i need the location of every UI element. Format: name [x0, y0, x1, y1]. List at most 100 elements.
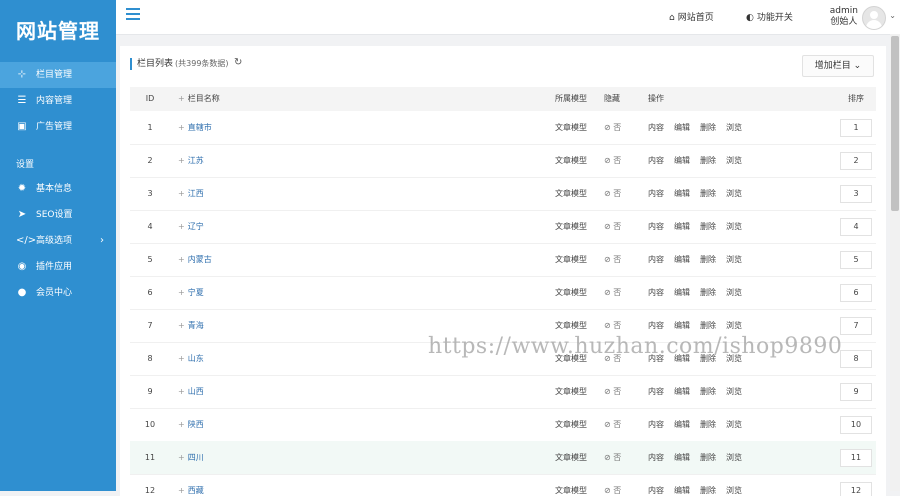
delete-button[interactable]: 删除 — [700, 387, 716, 396]
sort-input[interactable]: 4 — [840, 218, 872, 236]
content-button[interactable]: 内容 — [648, 288, 664, 297]
content-button[interactable]: 内容 — [648, 387, 664, 396]
content-button[interactable]: 内容 — [648, 189, 664, 198]
delete-button[interactable]: 删除 — [700, 453, 716, 462]
sort-input[interactable]: 10 — [840, 416, 872, 434]
view-button[interactable]: 浏览 — [726, 288, 742, 297]
delete-button[interactable]: 删除 — [700, 156, 716, 165]
row-hidden-status[interactable]: ⊘ 否 — [604, 111, 621, 144]
edit-button[interactable]: 编辑 — [674, 189, 690, 198]
category-link[interactable]: 辽宁 — [188, 222, 204, 231]
row-hidden-status[interactable]: ⊘ 否 — [604, 177, 621, 210]
delete-button[interactable]: 删除 — [700, 288, 716, 297]
expand-icon[interactable]: + — [178, 156, 185, 165]
category-link[interactable]: 青海 — [188, 321, 204, 330]
expand-icon[interactable]: + — [178, 189, 185, 198]
delete-button[interactable]: 删除 — [700, 189, 716, 198]
delete-button[interactable]: 删除 — [700, 420, 716, 429]
view-button[interactable]: 浏览 — [726, 222, 742, 231]
sidebar-item-sitemap[interactable]: ⊹ 栏目管理 — [0, 62, 116, 88]
edit-button[interactable]: 编辑 — [674, 288, 690, 297]
sort-input[interactable]: 12 — [840, 482, 872, 496]
row-hidden-status[interactable]: ⊘ 否 — [604, 441, 621, 474]
expand-icon[interactable]: + — [178, 123, 185, 132]
expand-icon[interactable]: + — [178, 255, 185, 264]
row-hidden-status[interactable]: ⊘ 否 — [604, 474, 621, 496]
category-link[interactable]: 四川 — [188, 453, 204, 462]
feature-toggle-link[interactable]: ◐ 功能开关 — [746, 10, 793, 23]
expand-icon[interactable]: + — [178, 420, 185, 429]
category-link[interactable]: 江西 — [188, 189, 204, 198]
edit-button[interactable]: 编辑 — [674, 222, 690, 231]
sidebar-item-paper-plane[interactable]: ➤ SEO设置 — [0, 202, 116, 228]
menu-toggle-icon[interactable] — [126, 8, 140, 20]
delete-button[interactable]: 删除 — [700, 123, 716, 132]
content-button[interactable]: 内容 — [648, 453, 664, 462]
sort-input[interactable]: 1 — [840, 119, 872, 137]
expand-icon[interactable]: + — [178, 354, 185, 363]
edit-button[interactable]: 编辑 — [674, 255, 690, 264]
content-button[interactable]: 内容 — [648, 123, 664, 132]
scrollbar-thumb[interactable] — [891, 36, 899, 211]
category-link[interactable]: 宁夏 — [188, 288, 204, 297]
expand-all-icon[interactable]: + — [178, 94, 185, 103]
user-menu[interactable]: admin 创始人 — [830, 6, 858, 28]
row-hidden-status[interactable]: ⊘ 否 — [604, 210, 621, 243]
category-link[interactable]: 陕西 — [188, 420, 204, 429]
sort-input[interactable]: 5 — [840, 251, 872, 269]
expand-icon[interactable]: + — [178, 453, 185, 462]
content-button[interactable]: 内容 — [648, 156, 664, 165]
sidebar-item-image[interactable]: ▣ 广告管理 — [0, 114, 116, 140]
sidebar-item-gear[interactable]: ✹ 基本信息 — [0, 176, 116, 202]
sidebar-item-user[interactable]: ● 会员中心 — [0, 280, 116, 306]
chevron-down-icon[interactable]: ⌄ — [889, 11, 896, 20]
edit-button[interactable]: 编辑 — [674, 123, 690, 132]
edit-button[interactable]: 编辑 — [674, 420, 690, 429]
home-link[interactable]: ⌂ 网站首页 — [669, 10, 714, 23]
expand-icon[interactable]: + — [178, 387, 185, 396]
row-hidden-status[interactable]: ⊘ 否 — [604, 144, 621, 177]
sidebar-item-list[interactable]: ☰ 内容管理 — [0, 88, 116, 114]
delete-button[interactable]: 删除 — [700, 222, 716, 231]
expand-icon[interactable]: + — [178, 321, 185, 330]
expand-icon[interactable]: + — [178, 288, 185, 297]
category-link[interactable]: 直辖市 — [188, 123, 212, 132]
sort-input[interactable]: 2 — [840, 152, 872, 170]
category-link[interactable]: 山东 — [188, 354, 204, 363]
view-button[interactable]: 浏览 — [726, 123, 742, 132]
refresh-icon[interactable]: ↻ — [234, 57, 242, 68]
category-link[interactable]: 山西 — [188, 387, 204, 396]
sidebar-item-plugin[interactable]: ◉ 插件应用 — [0, 254, 116, 280]
view-button[interactable]: 浏览 — [726, 189, 742, 198]
edit-button[interactable]: 编辑 — [674, 156, 690, 165]
content-button[interactable]: 内容 — [648, 321, 664, 330]
sort-input[interactable]: 11 — [840, 449, 872, 467]
content-button[interactable]: 内容 — [648, 255, 664, 264]
sort-input[interactable]: 6 — [840, 284, 872, 302]
add-category-button[interactable]: 增加栏目 ⌄ — [802, 55, 874, 77]
view-button[interactable]: 浏览 — [726, 453, 742, 462]
view-button[interactable]: 浏览 — [726, 420, 742, 429]
view-button[interactable]: 浏览 — [726, 156, 742, 165]
sort-input[interactable]: 9 — [840, 383, 872, 401]
delete-button[interactable]: 删除 — [700, 255, 716, 264]
expand-icon[interactable]: + — [178, 222, 185, 231]
sort-input[interactable]: 7 — [840, 317, 872, 335]
view-button[interactable]: 浏览 — [726, 321, 742, 330]
avatar[interactable] — [862, 6, 886, 30]
page-scrollbar[interactable] — [890, 34, 900, 491]
delete-button[interactable]: 删除 — [700, 321, 716, 330]
row-hidden-status[interactable]: ⊘ 否 — [604, 276, 621, 309]
edit-button[interactable]: 编辑 — [674, 387, 690, 396]
category-link[interactable]: 内蒙古 — [188, 255, 212, 264]
sidebar-item-code[interactable]: </> 高级选项 › — [0, 228, 116, 254]
content-button[interactable]: 内容 — [648, 222, 664, 231]
row-hidden-status[interactable]: ⊘ 否 — [604, 243, 621, 276]
sort-input[interactable]: 8 — [840, 350, 872, 368]
content-button[interactable]: 内容 — [648, 420, 664, 429]
category-link[interactable]: 江苏 — [188, 156, 204, 165]
edit-button[interactable]: 编辑 — [674, 321, 690, 330]
view-button[interactable]: 浏览 — [726, 255, 742, 264]
sort-input[interactable]: 3 — [840, 185, 872, 203]
edit-button[interactable]: 编辑 — [674, 453, 690, 462]
